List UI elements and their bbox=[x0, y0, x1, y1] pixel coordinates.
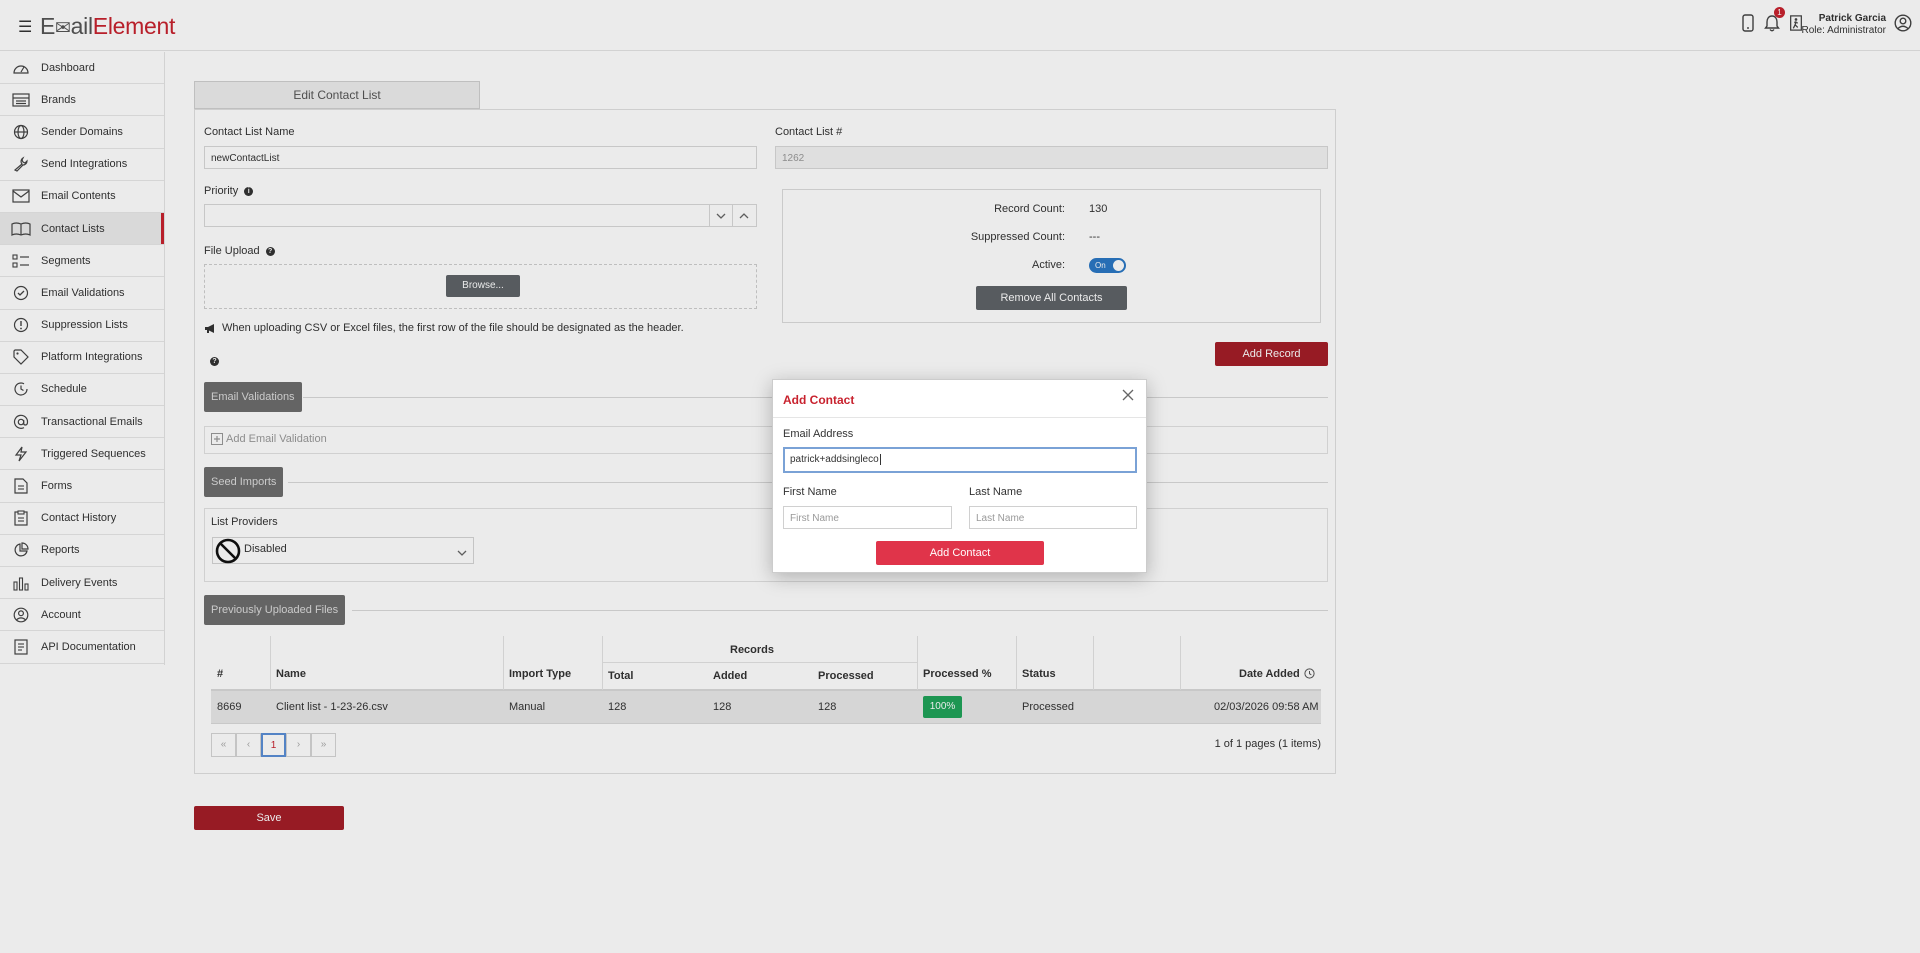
last-name-placeholder: Last Name bbox=[976, 513, 1025, 524]
first-name-input[interactable]: First Name bbox=[783, 506, 952, 529]
first-name-placeholder: First Name bbox=[790, 513, 839, 524]
add-contact-submit-button[interactable]: Add Contact bbox=[876, 541, 1044, 565]
add-contact-modal: Add Contact Email Address patrick+addsin… bbox=[772, 379, 1147, 573]
email-address-value: patrick+addsingleco bbox=[790, 454, 879, 465]
email-address-label: Email Address bbox=[783, 428, 854, 440]
first-name-label: First Name bbox=[783, 486, 837, 498]
modal-title: Add Contact bbox=[783, 393, 855, 407]
modal-divider bbox=[773, 417, 1146, 418]
close-icon[interactable] bbox=[1122, 388, 1134, 406]
email-address-input[interactable]: patrick+addsingleco bbox=[783, 447, 1137, 473]
last-name-label: Last Name bbox=[969, 486, 1023, 498]
last-name-input[interactable]: Last Name bbox=[969, 506, 1137, 529]
